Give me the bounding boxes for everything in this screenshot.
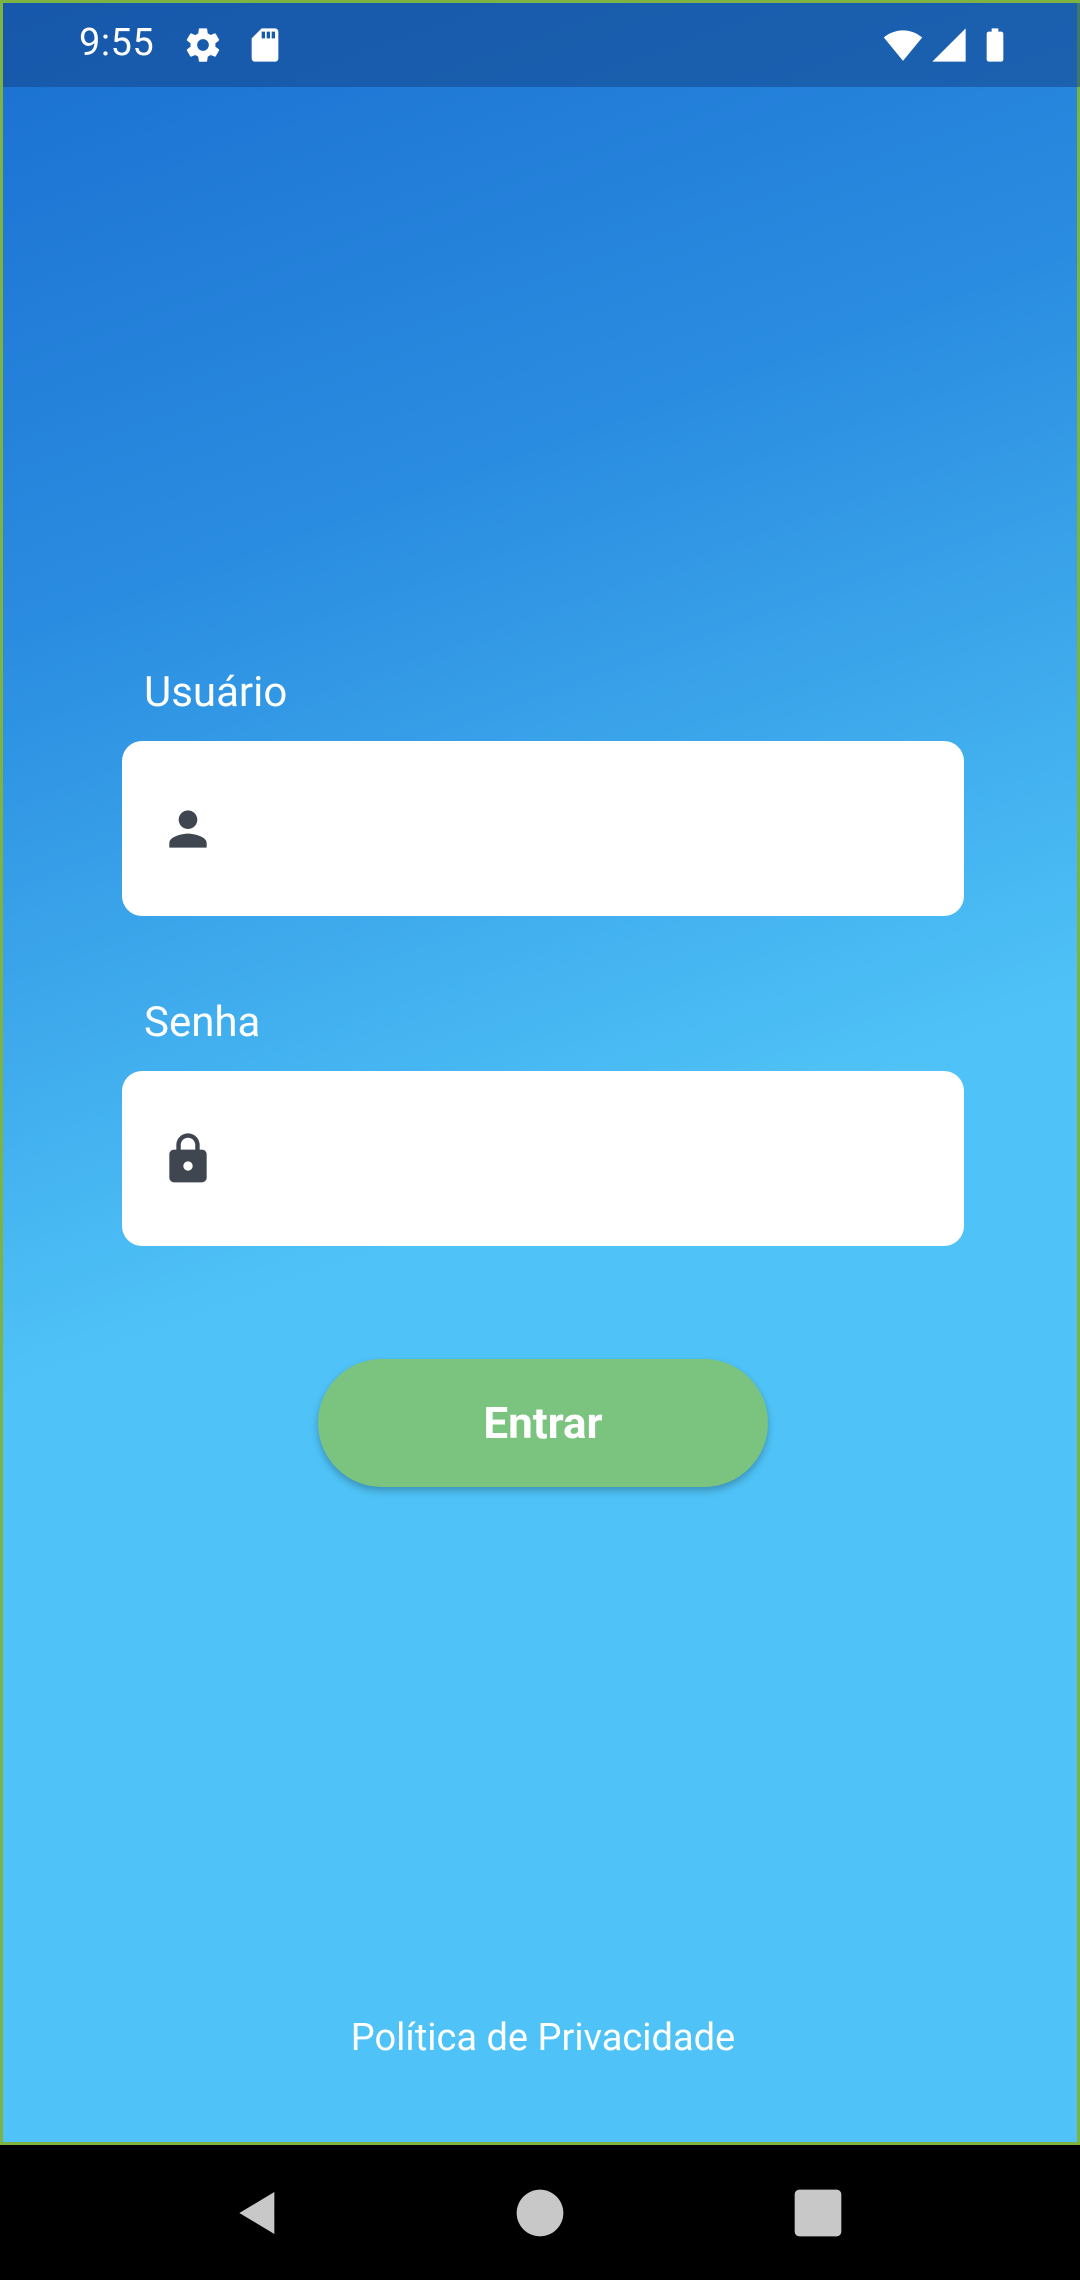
- sd-card-icon: [245, 25, 285, 65]
- status-bar: 9:55: [3, 3, 1080, 87]
- gear-icon: [183, 25, 223, 65]
- person-icon: [160, 801, 216, 857]
- screen: 9:55 Usuário Senha Entrar Política de Pr…: [0, 0, 1080, 2280]
- password-label: Senha: [144, 998, 261, 1047]
- privacy-policy-link[interactable]: Política de Privacidade: [3, 2016, 1080, 2060]
- recents-icon[interactable]: [790, 2185, 846, 2241]
- signal-icon: [929, 25, 969, 65]
- password-field[interactable]: [122, 1071, 964, 1248]
- back-icon[interactable]: [230, 2185, 286, 2241]
- login-button[interactable]: Entrar: [318, 1359, 768, 1487]
- home-icon[interactable]: [512, 2185, 568, 2241]
- login-screen: 9:55 Usuário Senha Entrar Política de Pr…: [0, 0, 1080, 2145]
- username-label: Usuário: [144, 668, 288, 717]
- battery-icon: [975, 25, 1015, 65]
- navigation-bar: [0, 2145, 1080, 2280]
- lock-icon: [160, 1131, 216, 1187]
- username-input[interactable]: [242, 741, 946, 918]
- wifi-icon: [883, 25, 923, 65]
- status-time: 9:55: [79, 21, 155, 65]
- password-input[interactable]: [242, 1071, 946, 1248]
- username-field[interactable]: [122, 741, 964, 918]
